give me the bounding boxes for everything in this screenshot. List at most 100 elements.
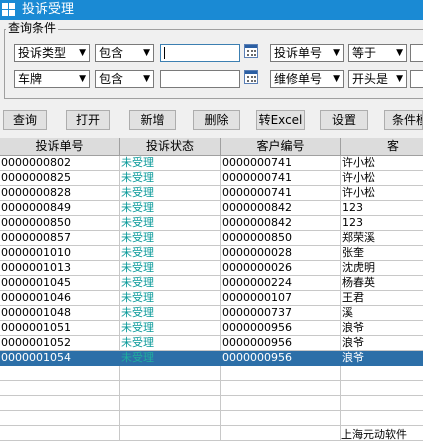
cell-customer-name: 张奎 [341, 246, 423, 261]
table-row[interactable]: 0000001046 未受理 0000000107 王君 [0, 291, 423, 306]
cell-complaint-no: 0000000849 [0, 201, 120, 216]
cell-complaint-no: 0000000828 [0, 186, 120, 201]
operator-select-3[interactable]: 包含 ▼ [95, 70, 154, 88]
cell-complaint-status: 未受理 [120, 171, 221, 186]
table-row[interactable]: 0000000828 未受理 0000000741 许小松 [0, 186, 423, 201]
export-excel-button[interactable]: 转Excel [256, 110, 305, 130]
table-row[interactable]: 0000000857 未受理 0000000850 郑荣溪 [0, 231, 423, 246]
cell-customer-no: 0000000741 [221, 171, 341, 186]
value-input-1[interactable] [160, 44, 240, 62]
value-input-3[interactable] [160, 70, 240, 88]
cell-complaint-no: 0000001054 [0, 351, 120, 366]
field-select-4[interactable]: 维修单号 ▼ [270, 70, 344, 88]
cell-complaint-no: 0000000850 [0, 216, 120, 231]
field-select-3[interactable]: 车牌 ▼ [14, 70, 90, 88]
table-row[interactable] [0, 396, 423, 411]
cell-complaint-no: 0000000825 [0, 171, 120, 186]
query-condition-group [4, 29, 423, 99]
cell-complaint-status: 未受理 [120, 231, 221, 246]
title-bar: 投诉受理 [0, 0, 423, 20]
column-header-complaint-no[interactable]: 投诉单号 [0, 138, 120, 156]
windows-logo-icon [2, 3, 16, 17]
chevron-down-icon: ▼ [333, 48, 340, 58]
value-input-4[interactable] [410, 70, 423, 88]
cell-customer-no [221, 381, 341, 396]
cell-complaint-status: 未受理 [120, 216, 221, 231]
operator-select-1[interactable]: 包含 ▼ [95, 44, 154, 62]
text-caret [164, 47, 165, 59]
cell-customer-name: 溪 [341, 306, 423, 321]
delete-button[interactable]: 删除 [193, 110, 240, 130]
cell-complaint-status [120, 366, 221, 381]
table-row[interactable]: 0000001045 未受理 0000000224 杨春英 [0, 276, 423, 291]
cell-complaint-no: 0000001048 [0, 306, 120, 321]
company-footer: 上海元动软件 [341, 428, 407, 441]
field-select-1[interactable]: 投诉类型 ▼ [14, 44, 90, 62]
cell-customer-no: 0000000028 [221, 246, 341, 261]
calendar-icon[interactable] [244, 44, 258, 58]
field-select-2[interactable]: 投诉单号 ▼ [270, 44, 344, 62]
table-row[interactable]: 0000001010 未受理 0000000028 张奎 [0, 246, 423, 261]
cell-complaint-status [120, 381, 221, 396]
table-row[interactable] [0, 366, 423, 381]
table-row[interactable]: 0000001051 未受理 0000000956 浪爷 [0, 321, 423, 336]
table-row[interactable]: 0000001052 未受理 0000000956 浪爷 [0, 336, 423, 351]
cell-customer-no [221, 396, 341, 411]
column-header-complaint-status[interactable]: 投诉状态 [120, 138, 221, 156]
cell-complaint-status: 未受理 [120, 201, 221, 216]
table-row[interactable]: 0000001048 未受理 0000000737 溪 [0, 306, 423, 321]
table-row[interactable] [0, 411, 423, 426]
table-row[interactable]: 0000001054 未受理 0000000956 浪爷 [0, 351, 423, 366]
table-row[interactable]: 0000000850 未受理 0000000842 123 [0, 216, 423, 231]
cell-complaint-status: 未受理 [120, 336, 221, 351]
cell-customer-no: 0000000956 [221, 321, 341, 336]
cell-customer-no: 0000000956 [221, 336, 341, 351]
cell-customer-no [221, 426, 341, 441]
cell-customer-no: 0000000741 [221, 186, 341, 201]
table-row[interactable]: 0000000802 未受理 0000000741 许小松 [0, 156, 423, 171]
cell-complaint-status: 未受理 [120, 306, 221, 321]
cell-customer-name [341, 381, 423, 396]
cell-customer-name: 浪爷 [341, 351, 423, 366]
cell-complaint-no: 0000001046 [0, 291, 120, 306]
operator-select-3-value: 包含 [99, 72, 124, 86]
cell-customer-no: 0000000842 [221, 216, 341, 231]
cell-customer-name: 许小松 [341, 156, 423, 171]
cell-complaint-status: 未受理 [120, 351, 221, 366]
operator-select-4-value: 开头是 [352, 72, 389, 86]
cell-complaint-no: 0000001010 [0, 246, 120, 261]
column-header-customer-no[interactable]: 客户编号 [221, 138, 341, 156]
table-row[interactable]: 0000000825 未受理 0000000741 许小松 [0, 171, 423, 186]
add-button[interactable]: 新增 [129, 110, 176, 130]
column-header-customer[interactable]: 客 [341, 138, 423, 156]
cell-complaint-status [120, 426, 221, 441]
calendar-icon[interactable] [244, 70, 258, 84]
cell-customer-name [341, 366, 423, 381]
cell-complaint-status: 未受理 [120, 261, 221, 276]
cell-customer-name [341, 411, 423, 426]
cell-complaint-no [0, 381, 120, 396]
complaint-grid[interactable]: 投诉单号 投诉状态 客户编号 客 0000000802 未受理 0000000741… [0, 138, 423, 445]
operator-select-4[interactable]: 开头是 ▼ [348, 70, 407, 88]
open-button[interactable]: 打开 [66, 110, 110, 130]
cell-complaint-no [0, 426, 120, 441]
cell-customer-no: 0000000956 [221, 351, 341, 366]
table-row[interactable]: 0000001013 未受理 0000000026 沈虎明 [0, 261, 423, 276]
field-select-4-value: 维修单号 [274, 72, 323, 86]
field-select-1-value: 投诉类型 [18, 46, 67, 60]
chevron-down-icon: ▼ [143, 74, 150, 84]
table-row[interactable] [0, 381, 423, 396]
cell-customer-name: 杨春英 [341, 276, 423, 291]
cell-customer-name: 123 [341, 201, 423, 216]
cell-customer-no: 0000000850 [221, 231, 341, 246]
cell-customer-no [221, 366, 341, 381]
settings-button[interactable]: 设置 [320, 110, 368, 130]
cell-complaint-status: 未受理 [120, 156, 221, 171]
table-row[interactable]: 0000000849 未受理 0000000842 123 [0, 201, 423, 216]
operator-select-2[interactable]: 等于 ▼ [348, 44, 407, 62]
query-button[interactable]: 查询 [3, 110, 47, 130]
value-input-2[interactable] [410, 44, 423, 62]
cell-customer-name: 浪爷 [341, 336, 423, 351]
condition-template-button[interactable]: 条件模 [384, 110, 423, 130]
cell-customer-name: 123 [341, 216, 423, 231]
